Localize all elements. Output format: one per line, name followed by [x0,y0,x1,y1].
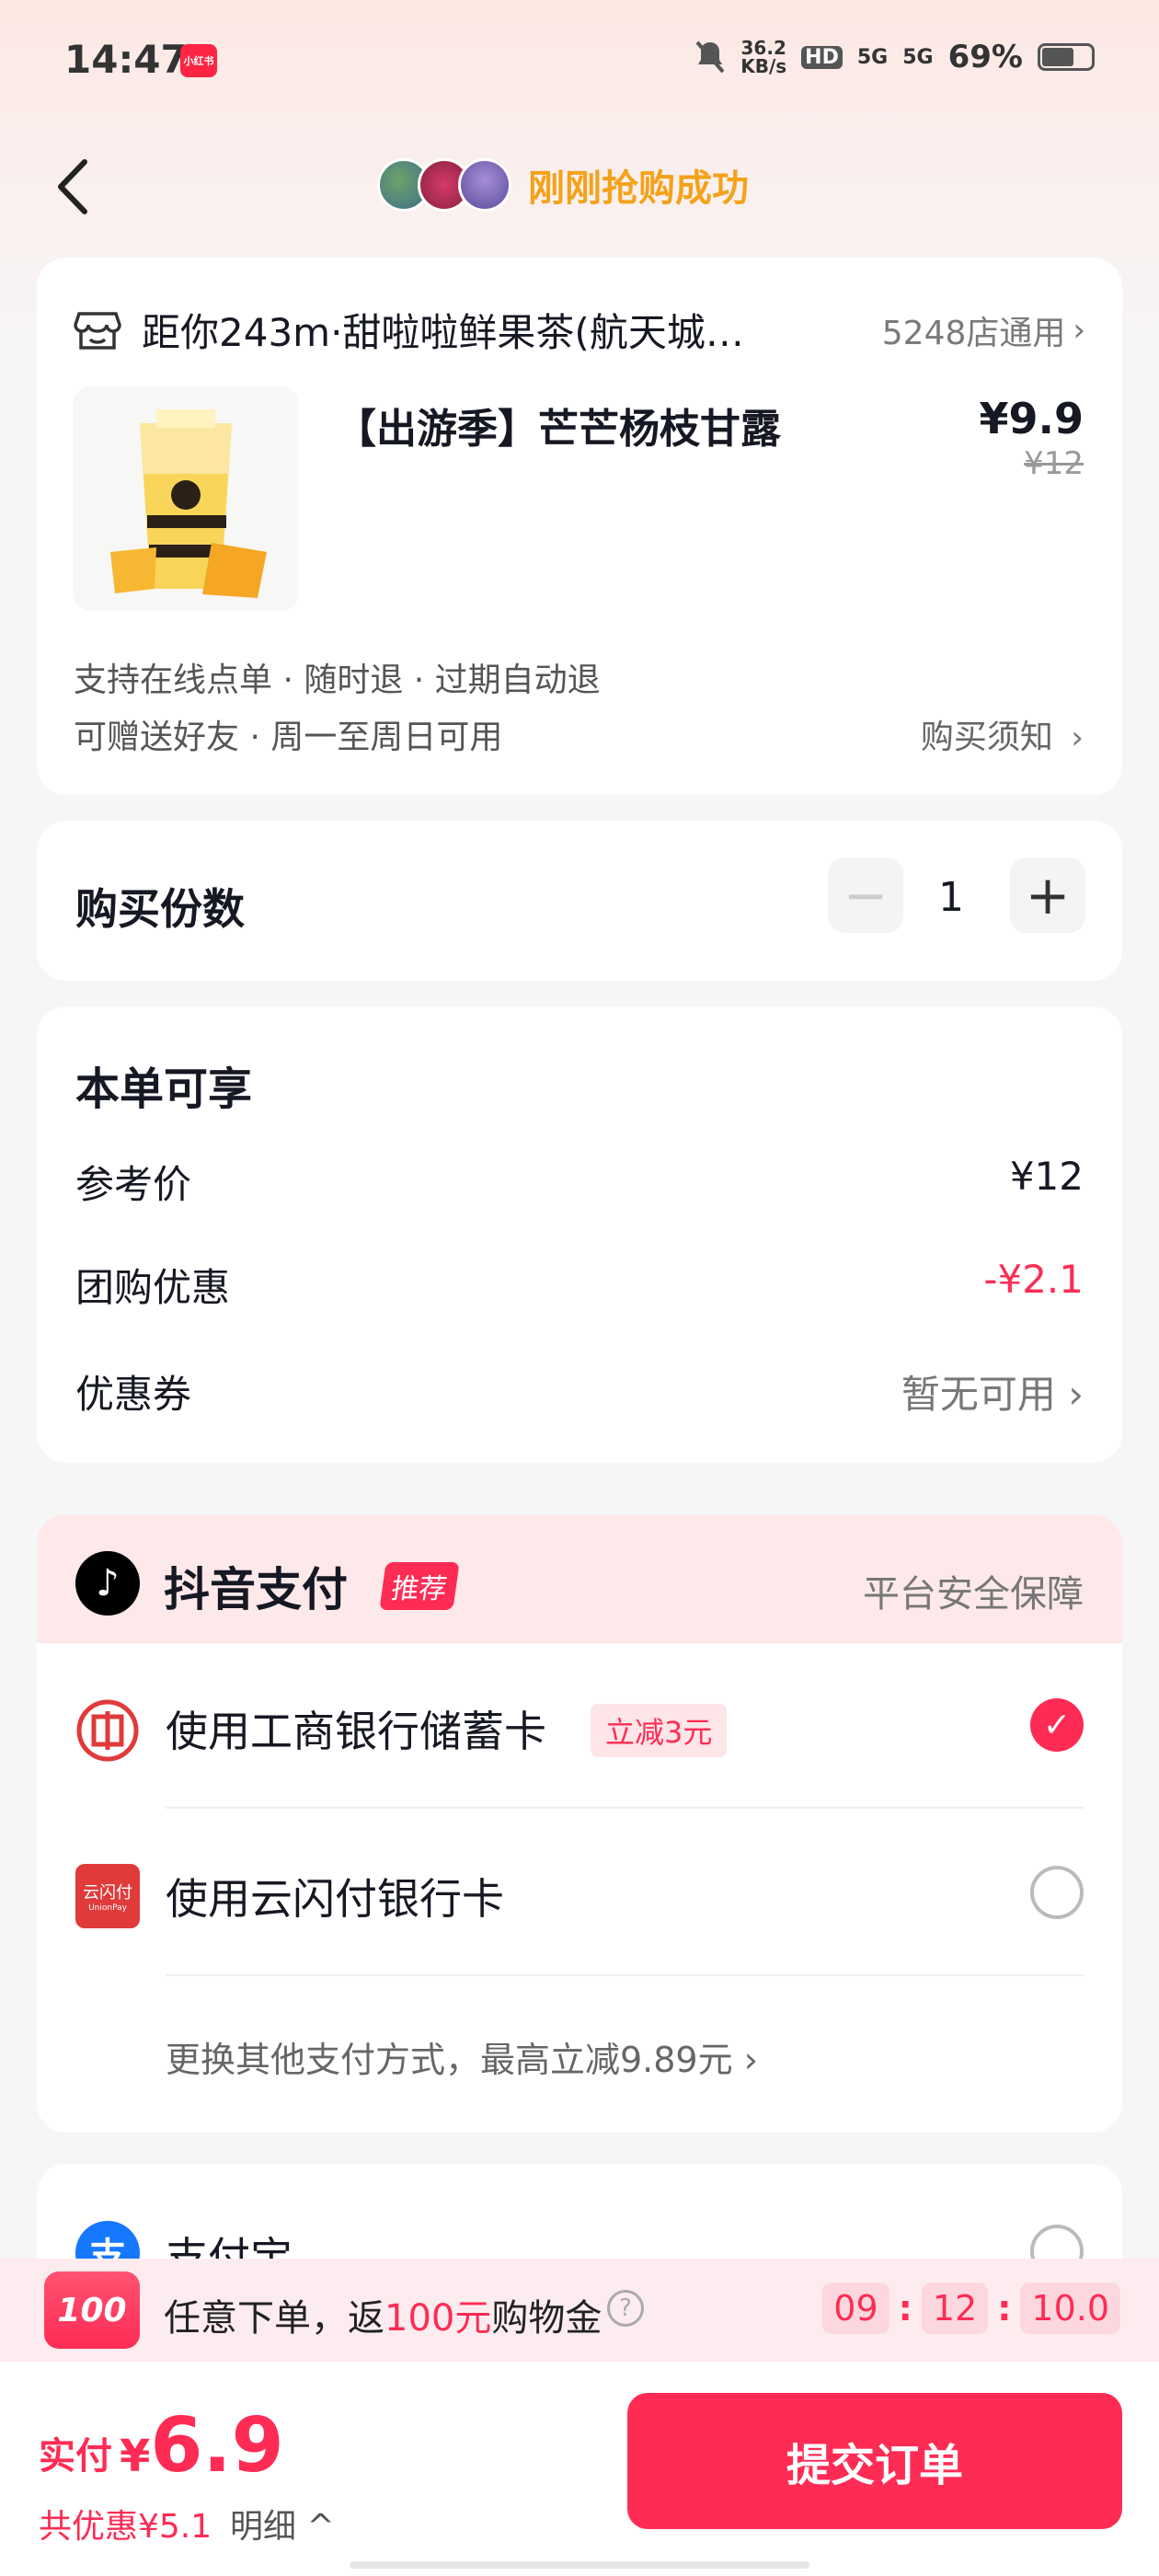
icbc-logo-icon [76,1699,139,1762]
product-original-price: ¥12 [1024,445,1084,482]
promo-text: 任意下单，返100元购物金 [164,2297,602,2340]
reference-price-label: 参考价 [75,1162,192,1207]
home-indicator[interactable] [350,2561,809,2569]
actual-pay-amount: ¥6.9 [120,2402,284,2490]
status-icons: 36.2 KB/s HD 5G 5G 69% [694,39,1095,75]
avatar-group [377,158,511,212]
coupon-value: 暂无可用 [901,1372,1056,1417]
unionpay-radio[interactable] [1030,1866,1084,1919]
product-tags-line2: 可赠送好友 · 周一至周日可用 [74,719,503,756]
plus-icon: + [1025,864,1071,926]
unionpay-label: 使用云闪付银行卡 [166,1874,504,1924]
nav-center: 刚刚抢购成功 [377,158,749,212]
battery-icon [1038,43,1095,71]
icbc-discount-tag: 立减3元 [591,1704,728,1757]
unionpay-logo-icon: 云闪付 UnionPay [75,1864,140,1928]
actual-pay-label: 实付 [39,2435,112,2478]
signal-icon-1: 5G [856,45,889,69]
quantity-increase-button[interactable]: + [1010,857,1085,933]
product-image[interactable] [74,386,298,611]
purchase-notice-label: 购买须知 [920,719,1053,756]
quantity-decrease-button[interactable]: − [828,857,903,933]
hd-icon: HD [801,45,843,69]
battery-percent: 69% [947,39,1023,75]
back-button[interactable] [48,155,103,219]
douyin-logo-icon: ♪ [75,1551,140,1616]
help-icon[interactable]: ? [607,2290,644,2327]
price-detail-toggle[interactable]: 明细 ^ [230,2500,335,2547]
store-row[interactable]: 距你243m·甜啦啦鲜果茶(航天城… 5248店通用 › [74,302,1085,358]
promo-bar[interactable]: 100 任意下单，返100元购物金 ? 09 : 12 : 10.0 [0,2259,1159,2362]
timer-hours: 09 [822,2283,889,2334]
chevron-left-icon [58,159,87,214]
coupon-label: 优惠券 [75,1372,192,1417]
avatar [458,158,511,212]
quantity-value: 1 [938,874,964,921]
chevron-right-icon: › [1068,1372,1084,1417]
product-price: ¥9.9 [979,394,1084,443]
countdown-timer: 09 : 12 : 10.0 [822,2283,1120,2334]
coupon-selector[interactable]: 暂无可用 › [901,1363,1084,1420]
quantity-label: 购买份数 [75,884,245,934]
divider [166,1807,1084,1809]
discounts-card: 本单可享 参考价 ¥12 团购优惠 -¥2.1 优惠券 暂无可用 › [37,1006,1122,1463]
icbc-label: 使用工商银行储蓄卡 [166,1707,546,1756]
security-guarantee: 平台安全保障 [863,1573,1084,1616]
chevron-right-icon: › [1073,311,1085,349]
check-icon: ✓ [1042,1706,1072,1744]
purchase-notice-link[interactable]: 购买须知 › [921,710,1084,758]
minus-icon: − [843,864,889,926]
icbc-radio-checked[interactable]: ✓ [1030,1698,1084,1752]
discounts-title: 本单可享 [75,1064,253,1115]
network-speed: 36.2 KB/s [740,37,787,77]
store-count: 5248店通用 [881,314,1066,352]
submit-order-button[interactable]: 提交订单 [627,2393,1122,2529]
product-card: 距你243m·甜啦啦鲜果茶(航天城… 5248店通用 › 【出游季】芒芒杨枝甘露… [37,258,1122,795]
signal-icon-2: 5G [902,45,934,69]
chevron-right-icon: › [1071,719,1084,756]
mute-bell-icon [695,40,725,74]
payment-card: ♪ 抖音支付 推荐 平台安全保障 使用工商银行储蓄卡 立减3元 ✓ 云闪付 Uni… [37,1514,1122,2133]
app-notification-icon: 小红书 [180,44,217,77]
total-saved: 共优惠¥5.1 [39,2508,212,2546]
product-tags-line1: 支持在线点单 · 随时退 · 过期自动退 [74,661,601,699]
chevron-right-icon: › [743,2040,758,2080]
payment-title: 抖音支付 [164,1563,348,1616]
recommend-badge: 推荐 [379,1562,460,1610]
timer-seconds: 10.0 [1020,2283,1120,2334]
store-icon [74,311,121,350]
timer-separator: : [898,2288,912,2329]
more-payment-methods-link[interactable]: 更换其他支付方式，最高立减9.89元 › [166,2031,758,2082]
timer-separator: : [997,2288,1012,2329]
reference-price-value: ¥12 [1009,1154,1084,1199]
store-name: 距你243m·甜啦啦鲜果茶(航天城… [142,310,744,355]
quantity-card: 购买份数 − 1 + [37,821,1122,981]
status-time: 14:47 [64,37,188,82]
checkout-bar: 实付 ¥6.9 共优惠¥5.1 明细 ^ 提交订单 [0,2362,1159,2576]
purchase-success-title: 刚刚抢购成功 [528,167,749,210]
more-payment-label: 更换其他支付方式，最高立减9.89元 [166,2040,733,2080]
promo-badge: 100 [44,2271,140,2349]
group-discount-label: 团购优惠 [75,1265,231,1310]
group-discount-value: -¥2.1 [983,1257,1084,1302]
product-title: 【出游季】芒芒杨枝甘露 [336,406,781,453]
divider [166,1974,1084,1976]
timer-minutes: 12 [921,2283,989,2334]
